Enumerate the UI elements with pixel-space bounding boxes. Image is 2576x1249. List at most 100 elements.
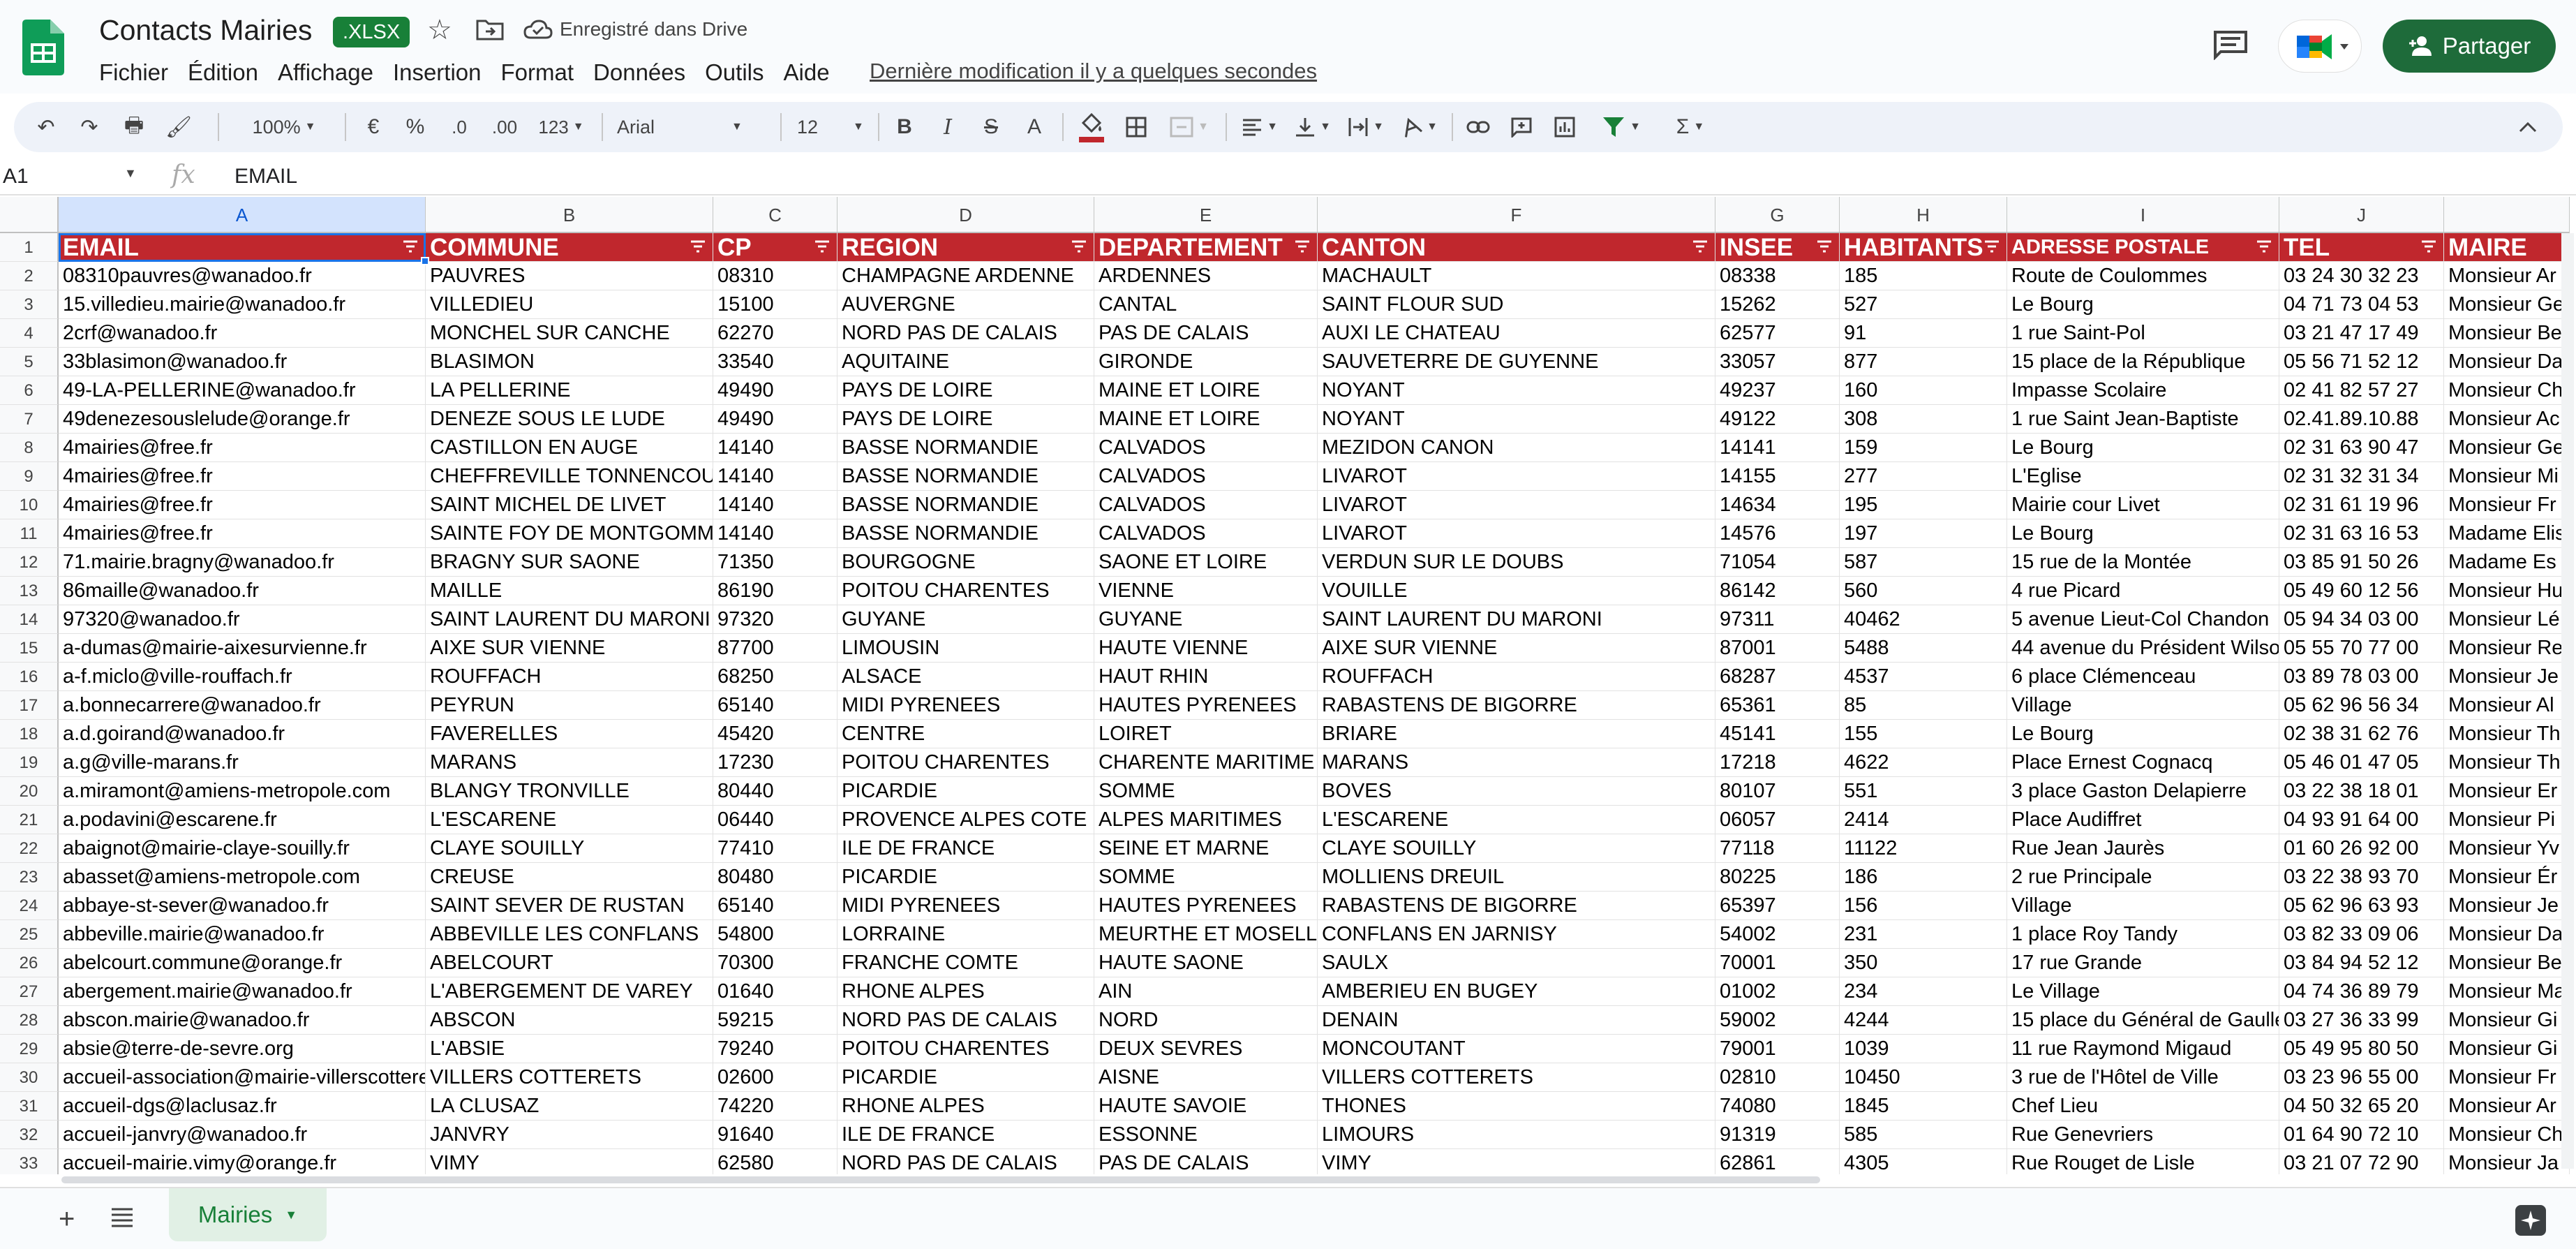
cell[interactable]: BASSE NORMANDIE <box>837 519 1094 548</box>
cell[interactable]: Rue Genevriers <box>2007 1121 2279 1149</box>
cell[interactable]: 79240 <box>713 1035 837 1063</box>
cell[interactable]: L'Eglise <box>2007 462 2279 491</box>
cell[interactable]: LIVAROT <box>1318 519 1715 548</box>
cell[interactable]: 40462 <box>1840 605 2007 634</box>
cell[interactable]: Monsieur Ma <box>2444 977 2570 1006</box>
row-number[interactable]: 32 <box>0 1121 59 1149</box>
cell[interactable]: 155 <box>1840 720 2007 748</box>
name-box-dropdown-icon[interactable]: ▼ <box>124 166 137 181</box>
cell[interactable]: 1 rue Saint Jean-Baptiste <box>2007 405 2279 434</box>
cell[interactable]: POITOU CHARENTES <box>837 1035 1094 1063</box>
spreadsheet-grid[interactable]: ABCDEFGHIJ 1 EMAIL COMMUNE CP REGION DEPARTEM… <box>0 197 2576 1174</box>
cell[interactable]: AMBERIEU EN BUGEY <box>1318 977 1715 1006</box>
cell[interactable]: 4mairies@free.fr <box>59 519 426 548</box>
cell[interactable]: LIMOURS <box>1318 1121 1715 1149</box>
cell[interactable]: 49122 <box>1715 405 1840 434</box>
cell[interactable]: Le Bourg <box>2007 290 2279 319</box>
cell[interactable]: GUYANE <box>1094 605 1318 634</box>
print-icon[interactable]: 🖶 <box>116 102 152 152</box>
cell[interactable]: L'ABERGEMENT DE VAREY <box>426 977 713 1006</box>
last-modified-link[interactable]: Dernière modification il y a quelques se… <box>870 59 1317 84</box>
cell[interactable]: 10450 <box>1840 1063 2007 1092</box>
cell[interactable]: PROVENCE ALPES COTE D'AZUR <box>837 806 1094 834</box>
cell[interactable]: 71.mairie.bragny@wanadoo.fr <box>59 548 426 577</box>
insert-link-icon[interactable] <box>1460 102 1496 152</box>
cell[interactable]: PICARDIE <box>837 777 1094 806</box>
row-number[interactable]: 25 <box>0 920 59 949</box>
cell[interactable]: MOLLIENS DREUIL <box>1318 863 1715 892</box>
cell[interactable]: Monsieur Er <box>2444 777 2570 806</box>
cell[interactable]: 86142 <box>1715 577 1840 605</box>
cell[interactable]: JANVRY <box>426 1121 713 1149</box>
cell[interactable]: Madame Es <box>2444 548 2570 577</box>
header-cell[interactable]: CANTON <box>1318 233 1715 262</box>
cell[interactable]: 05 62 96 63 93 <box>2279 892 2444 920</box>
cell[interactable]: 3 place Gaston Delapierre <box>2007 777 2279 806</box>
cell[interactable]: 4 rue Picard <box>2007 577 2279 605</box>
header-cell[interactable]: DEPARTEMENT <box>1094 233 1318 262</box>
cell[interactable]: ABELCOURT <box>426 949 713 977</box>
cell[interactable]: Monsieur Th <box>2444 748 2570 777</box>
cell[interactable]: CHAMPAGNE ARDENNE <box>837 262 1094 290</box>
cell[interactable]: 15100 <box>713 290 837 319</box>
cell[interactable]: MEZIDON CANON <box>1318 434 1715 462</box>
cell[interactable]: BASSE NORMANDIE <box>837 462 1094 491</box>
font-family-select[interactable]: Arial ▼ <box>606 102 773 152</box>
cell[interactable]: 277 <box>1840 462 2007 491</box>
cell[interactable]: VILLEDIEU <box>426 290 713 319</box>
cell[interactable]: 02 31 63 90 47 <box>2279 434 2444 462</box>
cell[interactable]: 1 rue Saint-Pol <box>2007 319 2279 348</box>
cell[interactable]: 05 46 01 47 05 <box>2279 748 2444 777</box>
cell[interactable]: 45141 <box>1715 720 1840 748</box>
cell[interactable]: SAINT MICHEL DE LIVET <box>426 491 713 519</box>
cell[interactable]: 17230 <box>713 748 837 777</box>
cell[interactable]: PAYS DE LOIRE <box>837 376 1094 405</box>
share-button[interactable]: Partager <box>2383 20 2556 73</box>
cell[interactable]: CASTILLON EN AUGE <box>426 434 713 462</box>
cell[interactable]: 05 62 96 56 34 <box>2279 691 2444 720</box>
cell[interactable]: Place Ernest Cognacq <box>2007 748 2279 777</box>
cell[interactable]: 560 <box>1840 577 2007 605</box>
cell[interactable]: Monsieur Be <box>2444 949 2570 977</box>
cell[interactable]: 08310 <box>713 262 837 290</box>
cell[interactable]: SAONE ET LOIRE <box>1094 548 1318 577</box>
cell[interactable]: MEURTHE ET MOSELLE <box>1094 920 1318 949</box>
cell[interactable]: AUVERGNE <box>837 290 1094 319</box>
cell[interactable]: LA CLUSAZ <box>426 1092 713 1121</box>
cell[interactable]: PAYS DE LOIRE <box>837 405 1094 434</box>
cell[interactable]: 04 71 73 04 53 <box>2279 290 2444 319</box>
cell[interactable]: Mairie cour Livet <box>2007 491 2279 519</box>
cell[interactable]: 17 rue Grande <box>2007 949 2279 977</box>
cell[interactable]: DEUX SEVRES <box>1094 1035 1318 1063</box>
cell[interactable]: 15 place du Général de Gaulle <box>2007 1006 2279 1035</box>
cell[interactable]: AIN <box>1094 977 1318 1006</box>
row-number[interactable]: 1 <box>0 233 59 262</box>
cell[interactable]: LIVAROT <box>1318 491 1715 519</box>
cell[interactable]: SAINT LAURENT DU MARONI <box>426 605 713 634</box>
cell[interactable]: 33057 <box>1715 348 1840 376</box>
text-rotation-icon[interactable]: ▼ <box>1394 102 1443 152</box>
cell[interactable]: MACHAULT <box>1318 262 1715 290</box>
column-header-c[interactable]: C <box>713 197 837 233</box>
cell[interactable]: 49237 <box>1715 376 1840 405</box>
cell[interactable]: 4mairies@free.fr <box>59 491 426 519</box>
cell[interactable]: 65361 <box>1715 691 1840 720</box>
cell[interactable]: 01 60 26 92 00 <box>2279 834 2444 863</box>
cell[interactable]: 03 21 47 17 49 <box>2279 319 2444 348</box>
cell[interactable]: 77118 <box>1715 834 1840 863</box>
cell[interactable]: 85 <box>1840 691 2007 720</box>
insert-comment-icon[interactable] <box>1503 102 1540 152</box>
column-header-j[interactable]: J <box>2279 197 2444 233</box>
cell[interactable]: CANTAL <box>1094 290 1318 319</box>
cell[interactable]: MAILLE <box>426 577 713 605</box>
sheet-tab-mairies[interactable]: Mairies ▼ <box>169 1188 327 1241</box>
cell[interactable]: Monsieur Be <box>2444 319 2570 348</box>
cell[interactable]: HAUTES PYRENEES <box>1094 691 1318 720</box>
column-header-f[interactable]: F <box>1318 197 1715 233</box>
insert-chart-icon[interactable] <box>1547 102 1583 152</box>
cell[interactable]: 14140 <box>713 434 837 462</box>
cell[interactable]: BRIARE <box>1318 720 1715 748</box>
cell[interactable]: Chef Lieu <box>2007 1092 2279 1121</box>
cell[interactable]: BLASIMON <box>426 348 713 376</box>
menu-edit[interactable]: Édition <box>178 57 268 88</box>
